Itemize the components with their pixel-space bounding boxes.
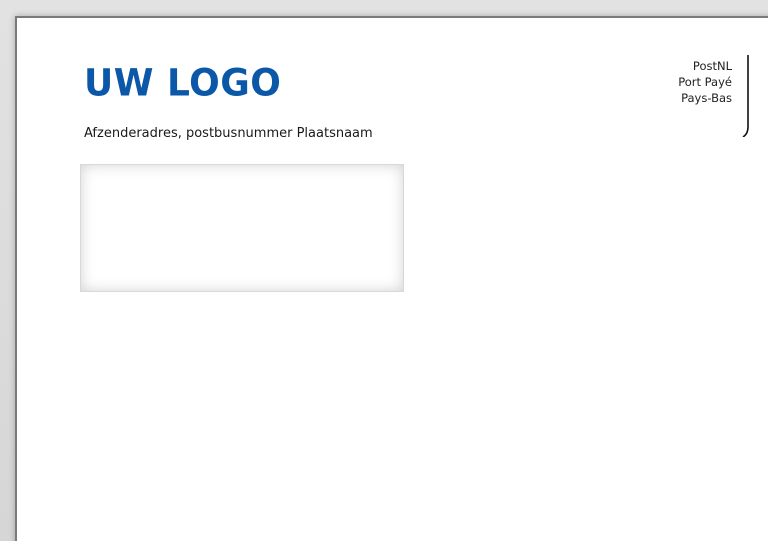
postage-line-country: Pays-Bas <box>681 91 732 105</box>
address-window <box>80 164 404 292</box>
sender-address: Afzenderadres, postbusnummer Plaatsnaam <box>84 126 373 141</box>
postage-line-port-paye: Port Payé <box>678 75 732 89</box>
postage-bracket-icon <box>742 55 749 137</box>
company-logo: UW LOGO <box>84 62 282 106</box>
postage-indicia: PostNL Port Payé Pays-Bas <box>678 58 737 106</box>
envelope: UW LOGO Afzenderadres, postbusnummer Pla… <box>15 16 768 541</box>
postage-line-carrier: PostNL <box>692 59 732 73</box>
